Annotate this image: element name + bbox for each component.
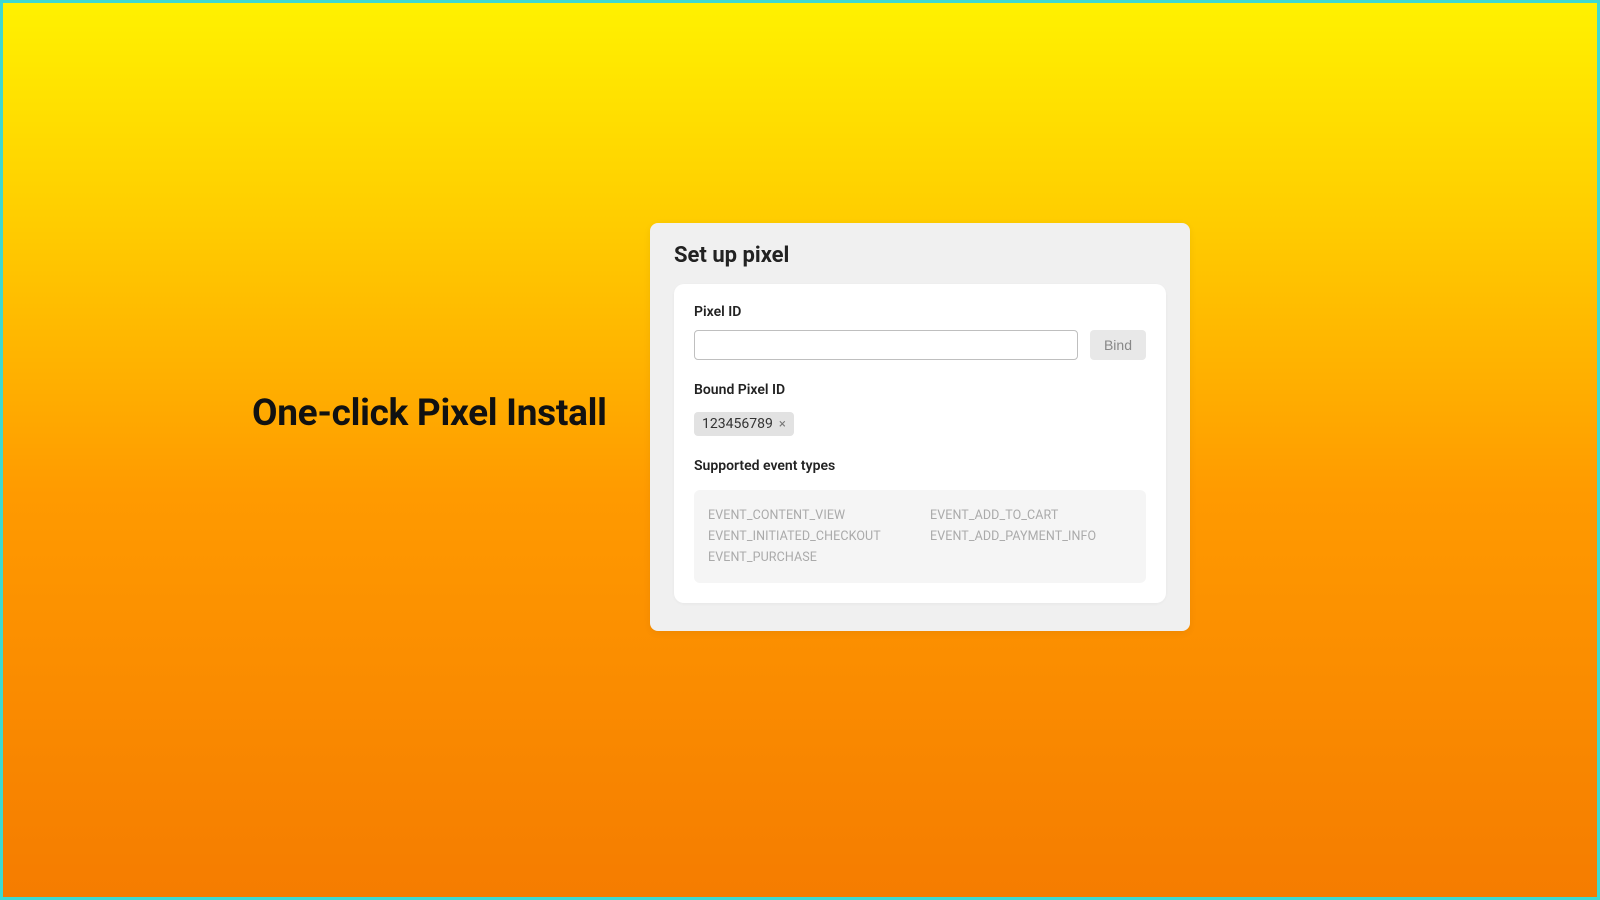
pixel-id-row: Bind — [694, 330, 1146, 360]
supported-events-label: Supported event types — [694, 458, 1146, 474]
event-type-item: EVENT_INITIATED_CHECKOUT — [708, 529, 910, 544]
event-type-item: EVENT_ADD_PAYMENT_INFO — [930, 529, 1132, 544]
setup-pixel-form: Pixel ID Bind Bound Pixel ID 123456789 ×… — [674, 284, 1166, 603]
pixel-tag: 123456789 × — [694, 412, 794, 436]
supported-events-list: EVENT_CONTENT_VIEW EVENT_ADD_TO_CART EVE… — [694, 490, 1146, 583]
bound-pixel-label: Bound Pixel ID — [694, 382, 1146, 398]
pixel-id-label: Pixel ID — [694, 304, 1146, 320]
event-type-item: EVENT_ADD_TO_CART — [930, 508, 1132, 523]
card-title: Set up pixel — [650, 223, 1190, 284]
bound-pixel-tags: 123456789 × — [694, 412, 1146, 458]
page-headline: One-click Pixel Install — [252, 392, 607, 435]
setup-pixel-card: Set up pixel Pixel ID Bind Bound Pixel I… — [650, 223, 1190, 631]
event-type-item: EVENT_PURCHASE — [708, 550, 910, 565]
bind-button[interactable]: Bind — [1090, 330, 1146, 360]
pixel-id-input[interactable] — [694, 330, 1078, 360]
event-type-item: EVENT_CONTENT_VIEW — [708, 508, 910, 523]
close-icon[interactable]: × — [779, 417, 786, 432]
pixel-tag-value: 123456789 — [702, 416, 773, 432]
